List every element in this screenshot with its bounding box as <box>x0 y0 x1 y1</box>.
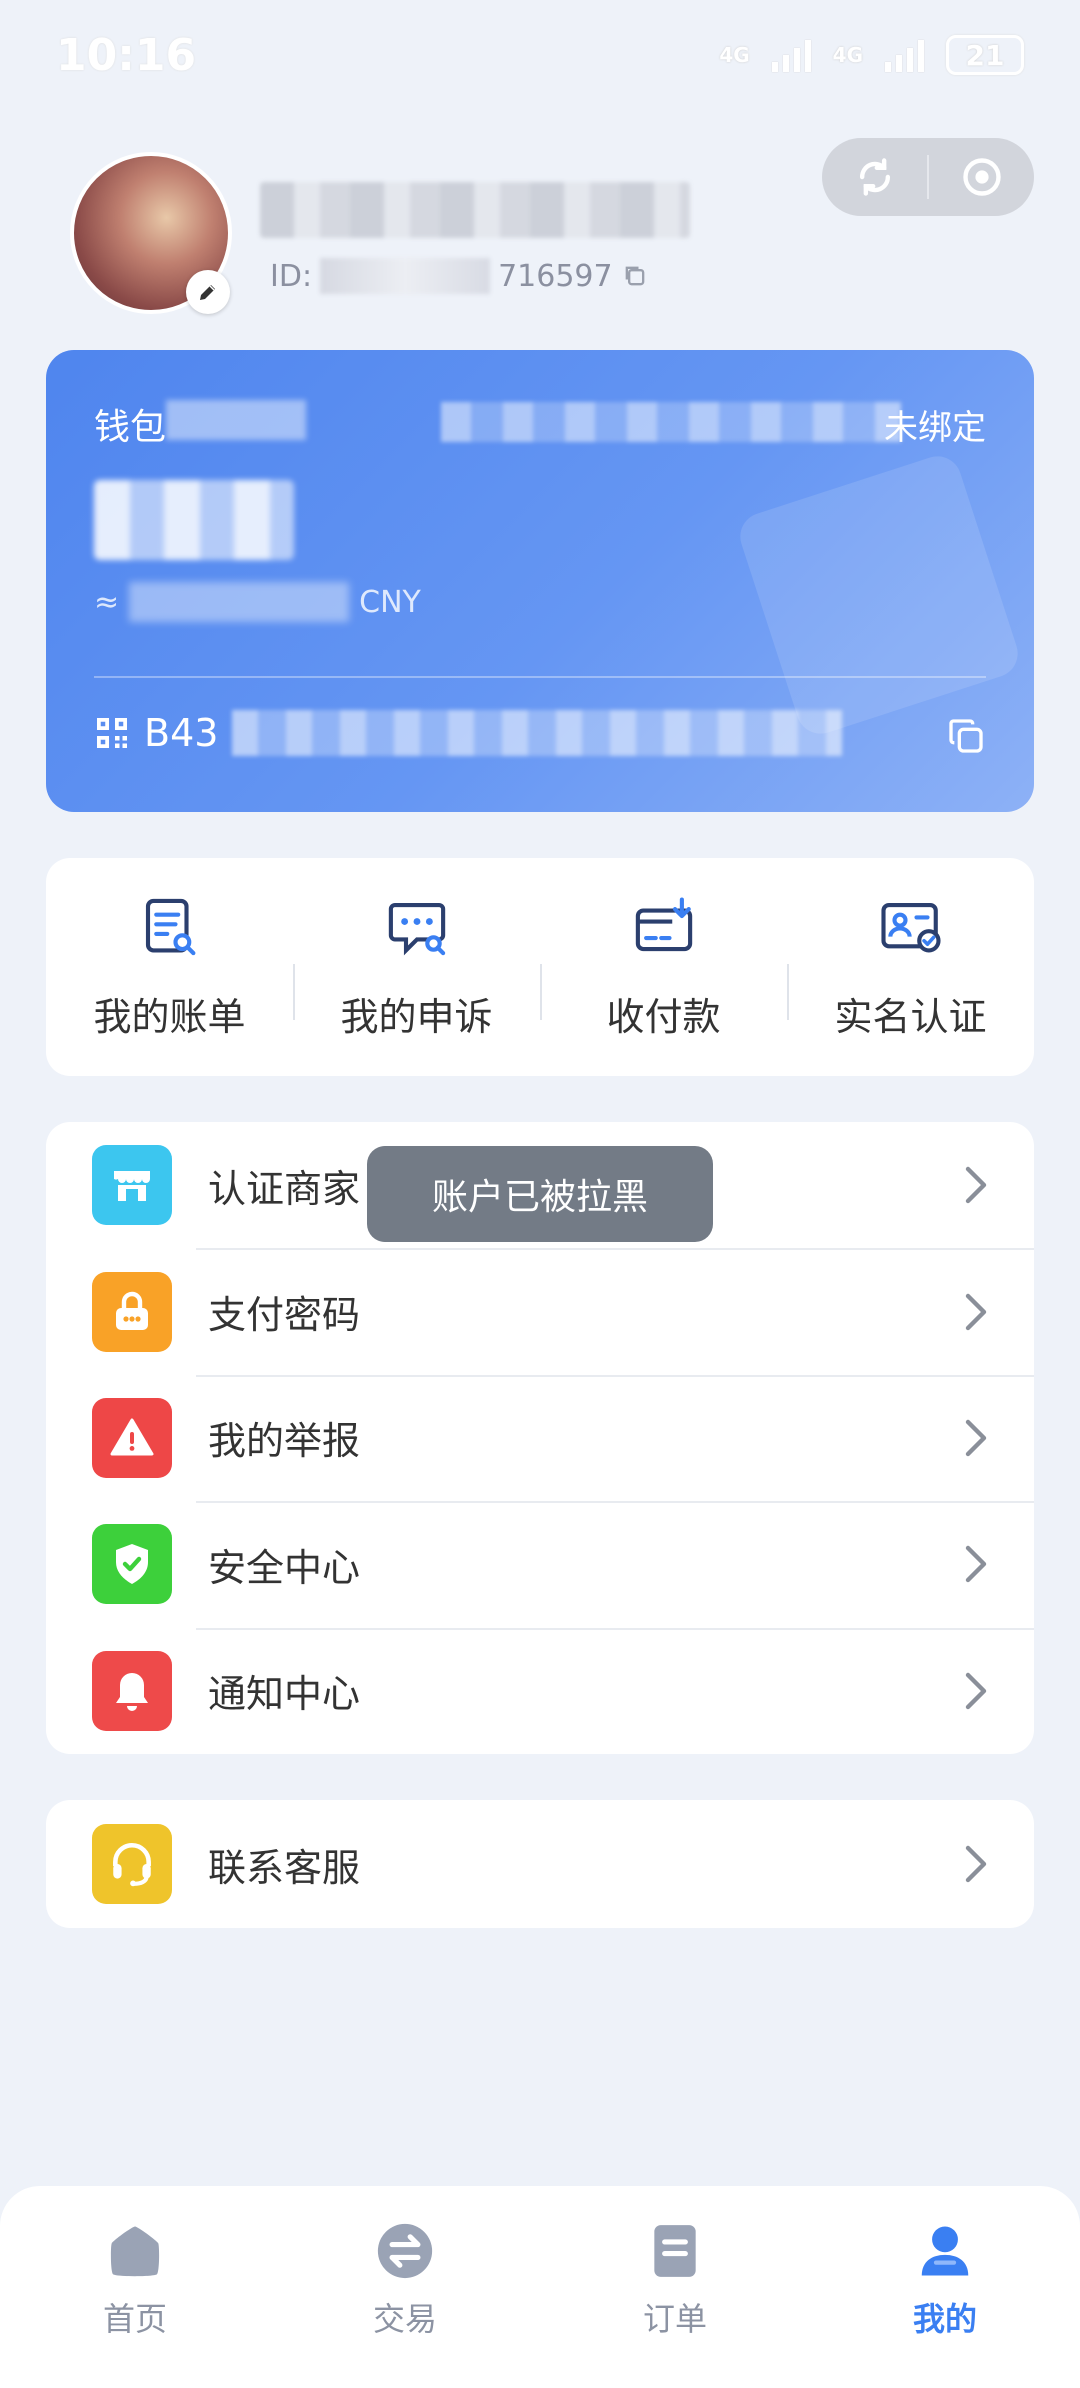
signal-icon <box>885 38 924 72</box>
quick-action-appeal[interactable]: 我的申诉 <box>293 894 540 1041</box>
approx-prefix: ≈ <box>94 584 120 620</box>
status-icons: 4G 4G 21 <box>719 35 1024 75</box>
chevron-right-icon <box>965 1845 987 1883</box>
lock-icon <box>92 1271 172 1352</box>
id-verify-icon <box>880 902 941 952</box>
menu-item-label: 安全中心 <box>208 1545 361 1590</box>
payment-icon <box>635 896 692 951</box>
chevron-right-icon <box>965 1546 987 1583</box>
copy-icon[interactable] <box>621 262 649 290</box>
approx-value-redacted <box>129 582 350 622</box>
bell-icon <box>92 1650 172 1731</box>
wallet-address: B43 <box>94 710 843 756</box>
toast-message: 账户已被拉黑 <box>367 1146 713 1242</box>
wallet-divider <box>94 676 986 678</box>
tab-trade[interactable]: 交易 <box>270 2186 540 2388</box>
order-icon <box>654 2225 696 2277</box>
menu-item-label: 联系客服 <box>208 1845 361 1890</box>
tab-label: 订单 <box>642 2300 707 2338</box>
menu-item-report[interactable]: 我的举报 <box>46 1374 1034 1501</box>
user-id: ID: 716597 <box>270 256 649 296</box>
store-icon <box>92 1145 172 1226</box>
warning-icon <box>92 1397 172 1478</box>
qr-code-icon[interactable] <box>94 715 130 751</box>
profile-header: ID: 716597 <box>70 152 770 322</box>
tab-label: 我的 <box>912 2300 977 2338</box>
status-time: 10:16 <box>56 29 197 81</box>
network-type-1: 4G <box>719 43 750 67</box>
quick-action-bill[interactable]: 我的账单 <box>46 894 293 1041</box>
quick-action-label: 实名认证 <box>834 994 987 1039</box>
tab-label: 首页 <box>102 2300 167 2338</box>
tab-mine[interactable]: 我的 <box>810 2186 1080 2388</box>
menu-item-label: 支付密码 <box>208 1293 361 1338</box>
headset-icon <box>92 1824 172 1904</box>
wallet-address-prefix: B43 <box>144 711 219 755</box>
copy-address-button[interactable] <box>946 716 986 760</box>
refresh-button[interactable] <box>822 138 927 216</box>
username-redacted <box>260 182 690 238</box>
user-id-redacted <box>320 258 491 294</box>
exchange-icon <box>377 2223 433 2279</box>
user-id-prefix: ID: <box>270 258 313 294</box>
target-button[interactable] <box>929 138 1034 216</box>
menu-item-contact-service[interactable]: 联系客服 <box>46 1800 1034 1928</box>
quick-action-payment[interactable]: 收付款 <box>540 894 787 1041</box>
home-icon <box>110 2226 160 2277</box>
top-action-capsule <box>822 138 1034 216</box>
wallet-address-redacted <box>232 710 843 756</box>
quick-action-id-verify[interactable]: 实名认证 <box>787 894 1034 1041</box>
bottom-tab-bar: 首页 交易 订单 我的 <box>0 2186 1080 2388</box>
chevron-right-icon <box>965 1672 987 1709</box>
menu-item-label: 我的举报 <box>208 1419 361 1464</box>
wallet-balance-redacted <box>94 480 294 560</box>
service-panel: 联系客服 <box>46 1800 1034 1928</box>
edit-pencil-icon[interactable] <box>186 270 230 314</box>
appeal-icon <box>388 902 445 955</box>
tab-orders[interactable]: 订单 <box>540 2186 810 2388</box>
wallet-decoration <box>734 450 1024 740</box>
approx-currency: CNY <box>359 584 421 620</box>
refresh-icon <box>859 158 890 196</box>
network-type-2: 4G <box>832 43 863 67</box>
menu-item-security[interactable]: 安全中心 <box>46 1501 1034 1627</box>
battery-icon: 21 <box>946 35 1024 75</box>
shield-icon <box>92 1524 172 1605</box>
menu-item-pay-password[interactable]: 支付密码 <box>46 1248 1034 1374</box>
wallet-label-redacted <box>166 400 306 440</box>
menu-item-notifications[interactable]: 通知中心 <box>46 1627 1034 1754</box>
tab-label: 交易 <box>372 2300 437 2338</box>
quick-action-label: 我的账单 <box>93 994 246 1039</box>
signal-icon <box>771 38 811 72</box>
wallet-approx-value: ≈ CNY <box>94 582 421 622</box>
quick-actions: 我的账单 我的申诉 收付款 实名认证 <box>46 858 1034 1076</box>
wallet-card[interactable]: 钱包 未绑定 ≈ CNY B43 <box>46 350 1034 812</box>
menu-item-label: 通知中心 <box>208 1672 361 1717</box>
wallet-info-redacted <box>441 402 901 442</box>
user-id-suffix: 716597 <box>498 258 613 294</box>
tab-home[interactable]: 首页 <box>0 2186 270 2388</box>
wallet-label: 钱包 <box>94 407 167 448</box>
chevron-right-icon <box>965 1166 987 1204</box>
target-icon <box>962 158 1001 196</box>
status-bar: 10:16 4G 4G 21 <box>0 0 1080 110</box>
bill-icon <box>145 898 195 955</box>
copy-icon <box>949 719 983 753</box>
chevron-right-icon <box>965 1419 987 1457</box>
wallet-bind-status[interactable]: 未绑定 <box>884 400 986 449</box>
quick-action-label: 收付款 <box>606 994 721 1039</box>
user-icon <box>921 2226 969 2276</box>
quick-action-label: 我的申诉 <box>340 994 493 1039</box>
chevron-right-icon <box>965 1293 987 1330</box>
